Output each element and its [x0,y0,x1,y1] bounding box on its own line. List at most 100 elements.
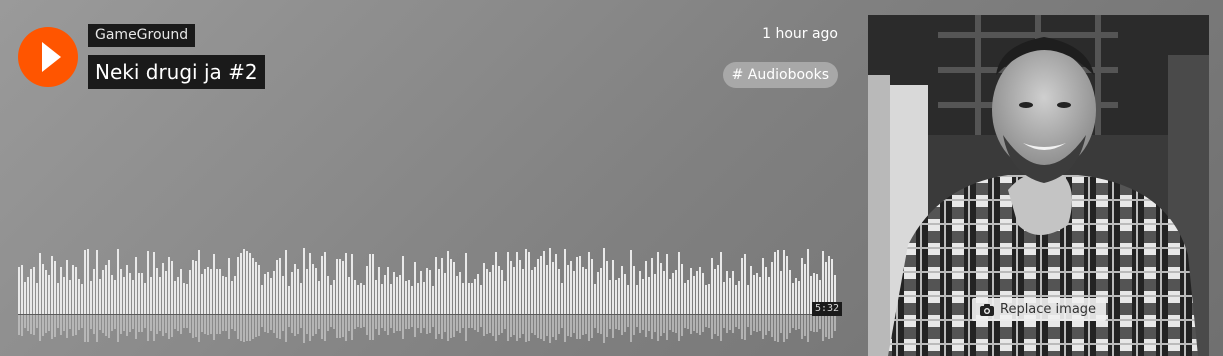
waveform-reflection-bar [384,315,386,331]
waveform-bar [747,285,749,314]
waveform-reflection-bar [627,315,629,327]
waveform-reflection-bar [168,315,170,339]
waveform-bar [678,252,680,314]
waveform-bar [687,280,689,314]
waveform-reflection-bar [372,315,374,340]
waveform-bar [84,250,86,314]
waveform-reflection-bar [327,315,329,331]
waveform-bar [489,272,491,314]
waveform-reflection-bar [741,315,743,339]
waveform-bar [216,269,218,314]
waveform-reflection-bar [810,315,812,331]
waveform-reflection-bar [516,315,518,341]
waveform-bar [162,263,164,314]
waveform-reflection-bar [90,315,92,329]
waveform-reflection-bar [222,315,224,331]
waveform-bar [702,273,704,314]
waveform-bar [54,261,56,314]
waveform[interactable] [18,248,838,344]
waveform-reflection-bar [42,315,44,336]
waveform-reflection-bar [291,315,293,333]
waveform-bar [306,269,308,314]
waveform-reflection-bar [288,315,290,327]
camera-icon [980,304,994,316]
waveform-reflection-bar [273,315,275,333]
waveform-reflection-bar [399,315,401,331]
waveform-reflection-bar [561,315,563,328]
waveform-bar [117,249,119,314]
waveform-reflection-bar [429,315,431,333]
waveform-bar [312,264,314,314]
waveform-reflection-bar [612,315,614,338]
waveform-reflection-bar [720,315,722,341]
waveform-reflection-bar [246,315,248,341]
waveform-reflection-bar [831,315,833,338]
waveform-reflection-bar [786,315,788,339]
waveform-bar [126,265,128,314]
waveform-reflection-bar [477,315,479,332]
waveform-reflection-bar [567,315,569,336]
track-title[interactable]: Neki drugi ja #2 [88,55,265,89]
waveform-reflection-bar [654,315,656,332]
play-button[interactable] [18,27,78,87]
waveform-reflection-bar [315,315,317,334]
waveform-bar [606,261,608,314]
waveform-reflection-bar [717,315,719,336]
waveform-bar [462,283,464,314]
waveform-reflection-bar [738,315,740,329]
waveform-bar [474,279,476,314]
waveform-bar [531,270,533,314]
genre-tag[interactable]: # Audiobooks [722,62,838,88]
waveform-reflection-bar [555,315,557,340]
waveform-reflection-bar [798,315,800,329]
waveform-bar [534,267,536,314]
waveform-bar [486,269,488,314]
artist-name[interactable]: GameGround [88,24,196,47]
replace-image-button[interactable]: Replace image [972,298,1107,321]
waveform-bar [681,264,683,314]
waveform-bar [801,258,803,314]
waveform-reflection-bar [426,315,428,334]
waveform-reflection-bar [693,315,695,331]
waveform-bar [240,253,242,314]
waveform-bar [507,252,509,314]
waveform-reflection-bar [474,315,476,330]
waveform-reflection-bar [405,315,407,329]
waveform-reflection-bar [72,315,74,336]
waveform-bar [675,270,677,314]
waveform-bar [549,248,551,314]
waveform-reflection-bar [519,315,521,338]
waveform-bar [252,258,254,314]
waveform-bar [492,265,494,314]
waveform-reflection-bar [480,315,482,327]
waveform-reflection-bar [621,315,623,335]
waveform-bar [393,272,395,314]
waveform-reflection-bar [303,315,305,343]
waveform-reflection-bar [114,315,116,329]
waveform-bar [561,283,563,314]
waveform-reflection-bar [408,315,410,329]
waveform-bar [276,260,278,314]
waveform-bar [405,281,407,314]
waveform-reflection-bar [201,315,203,332]
waveform-reflection-bar [444,315,446,332]
waveform-reflection-bar [234,315,236,331]
waveform-reflection-bar [138,315,140,332]
waveform-reflection-bar [219,315,221,334]
waveform-bar [804,264,806,314]
waveform-reflection-bar [144,315,146,328]
waveform-reflection-bar [174,315,176,329]
waveform-bar [672,273,674,314]
waveform-reflection-bar [318,315,320,329]
waveform-bar [558,269,560,314]
waveform-bar [267,272,269,314]
waveform-reflection-bar [591,315,593,338]
waveform-bar [36,283,38,314]
waveform-bar [588,252,590,314]
waveform-reflection-bar [231,315,233,329]
play-icon [42,42,61,72]
waveform-reflection-bar [117,315,119,342]
waveform-bar [633,266,635,314]
waveform-reflection-bar [435,315,437,339]
waveform-bar [396,277,398,314]
